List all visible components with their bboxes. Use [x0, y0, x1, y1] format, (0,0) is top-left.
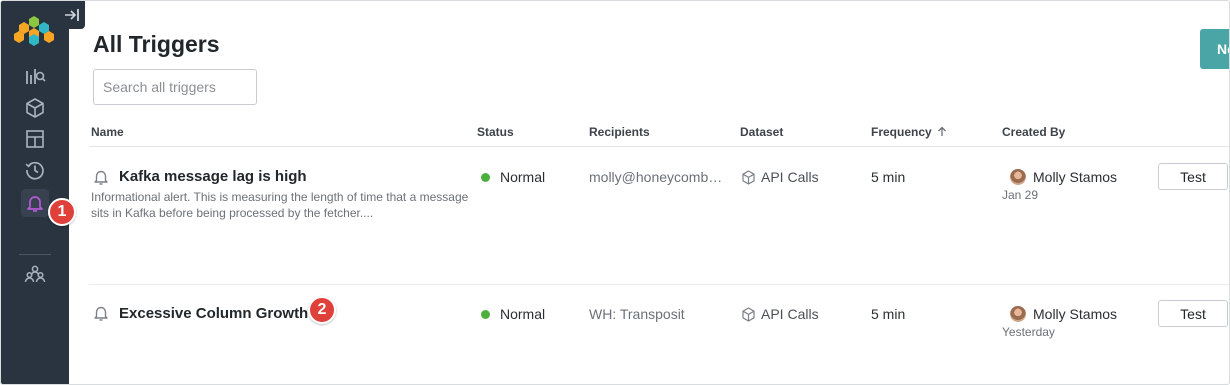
step-badge-1: 1 [48, 198, 76, 226]
nav-triggers[interactable] [21, 189, 49, 217]
dataset-link[interactable]: API Calls [741, 169, 819, 185]
search-input[interactable] [93, 69, 257, 105]
trigger-description: Informational alert. This is measuring t… [91, 190, 469, 220]
column-header-created-by[interactable]: Created By [1002, 125, 1065, 139]
nav-boards[interactable] [21, 125, 49, 153]
recipients-cell: WH: Transposit [589, 306, 685, 322]
nav-history[interactable] [21, 156, 49, 184]
collapse-arrow-icon [64, 9, 79, 21]
trigger-name-link[interactable]: Excessive Column Growth [119, 305, 308, 322]
status-label: Normal [500, 169, 546, 185]
column-header-status[interactable]: Status [477, 125, 514, 139]
trigger-name-link[interactable]: Kafka message lag is high [119, 168, 307, 185]
app-window: 1 All Triggers Ne Name Status Recipients… [0, 0, 1230, 385]
created-date: Jan 29 [1002, 188, 1039, 202]
datasets-icon [26, 98, 44, 118]
nav-team[interactable] [21, 260, 49, 288]
test-button[interactable]: Test [1158, 300, 1228, 327]
boards-icon [26, 130, 44, 148]
honeycomb-logo[interactable] [11, 15, 61, 51]
collapse-sidebar-button[interactable] [58, 1, 85, 29]
dataset-label: API Calls [761, 306, 819, 322]
frequency-cell: 5 min [871, 169, 906, 185]
new-trigger-button[interactable]: Ne [1200, 29, 1229, 69]
nav-datasets[interactable] [21, 94, 49, 122]
header-divider [89, 146, 1229, 147]
triggers-bell-icon [27, 196, 43, 212]
creator-name: Molly Stamos [1033, 169, 1118, 185]
dataset-label: API Calls [761, 169, 819, 185]
status-ok-dot [481, 309, 490, 319]
status-cell: Normal [481, 306, 545, 322]
bell-icon [94, 170, 108, 185]
query-builder-icon [26, 69, 46, 84]
team-icon [24, 265, 46, 283]
arrow-up-icon [938, 126, 946, 136]
creator-cell: Molly Stamos [1010, 306, 1117, 322]
column-header-frequency[interactable]: Frequency [871, 125, 947, 139]
creator-cell: Molly Stamos [1010, 169, 1117, 185]
row-divider [89, 284, 1229, 285]
avatar [1010, 169, 1026, 185]
sidebar-divider [19, 254, 51, 255]
column-header-dataset[interactable]: Dataset [740, 125, 783, 139]
sidebar [1, 1, 85, 384]
recipients-cell: molly@honeycomb… [589, 169, 723, 185]
dataset-icon [742, 306, 755, 322]
column-header-recipients[interactable]: Recipients [589, 125, 650, 139]
test-button[interactable]: Test [1158, 163, 1228, 190]
dataset-link[interactable]: API Calls [741, 306, 819, 322]
creator-name: Molly Stamos [1033, 306, 1118, 322]
column-header-frequency-label: Frequency [871, 125, 932, 139]
dataset-icon [742, 169, 755, 185]
column-header-name[interactable]: Name [91, 125, 124, 139]
page-title: All Triggers [93, 31, 220, 57]
status-ok-dot [481, 172, 490, 182]
status-cell: Normal [481, 169, 545, 185]
avatar [1010, 306, 1026, 322]
created-date: Yesterday [1002, 325, 1055, 339]
history-icon [25, 161, 44, 180]
bell-icon [94, 306, 108, 321]
nav-query[interactable] [21, 63, 49, 91]
frequency-cell: 5 min [871, 306, 906, 322]
step-badge-2: 2 [308, 296, 336, 324]
status-label: Normal [500, 306, 546, 322]
